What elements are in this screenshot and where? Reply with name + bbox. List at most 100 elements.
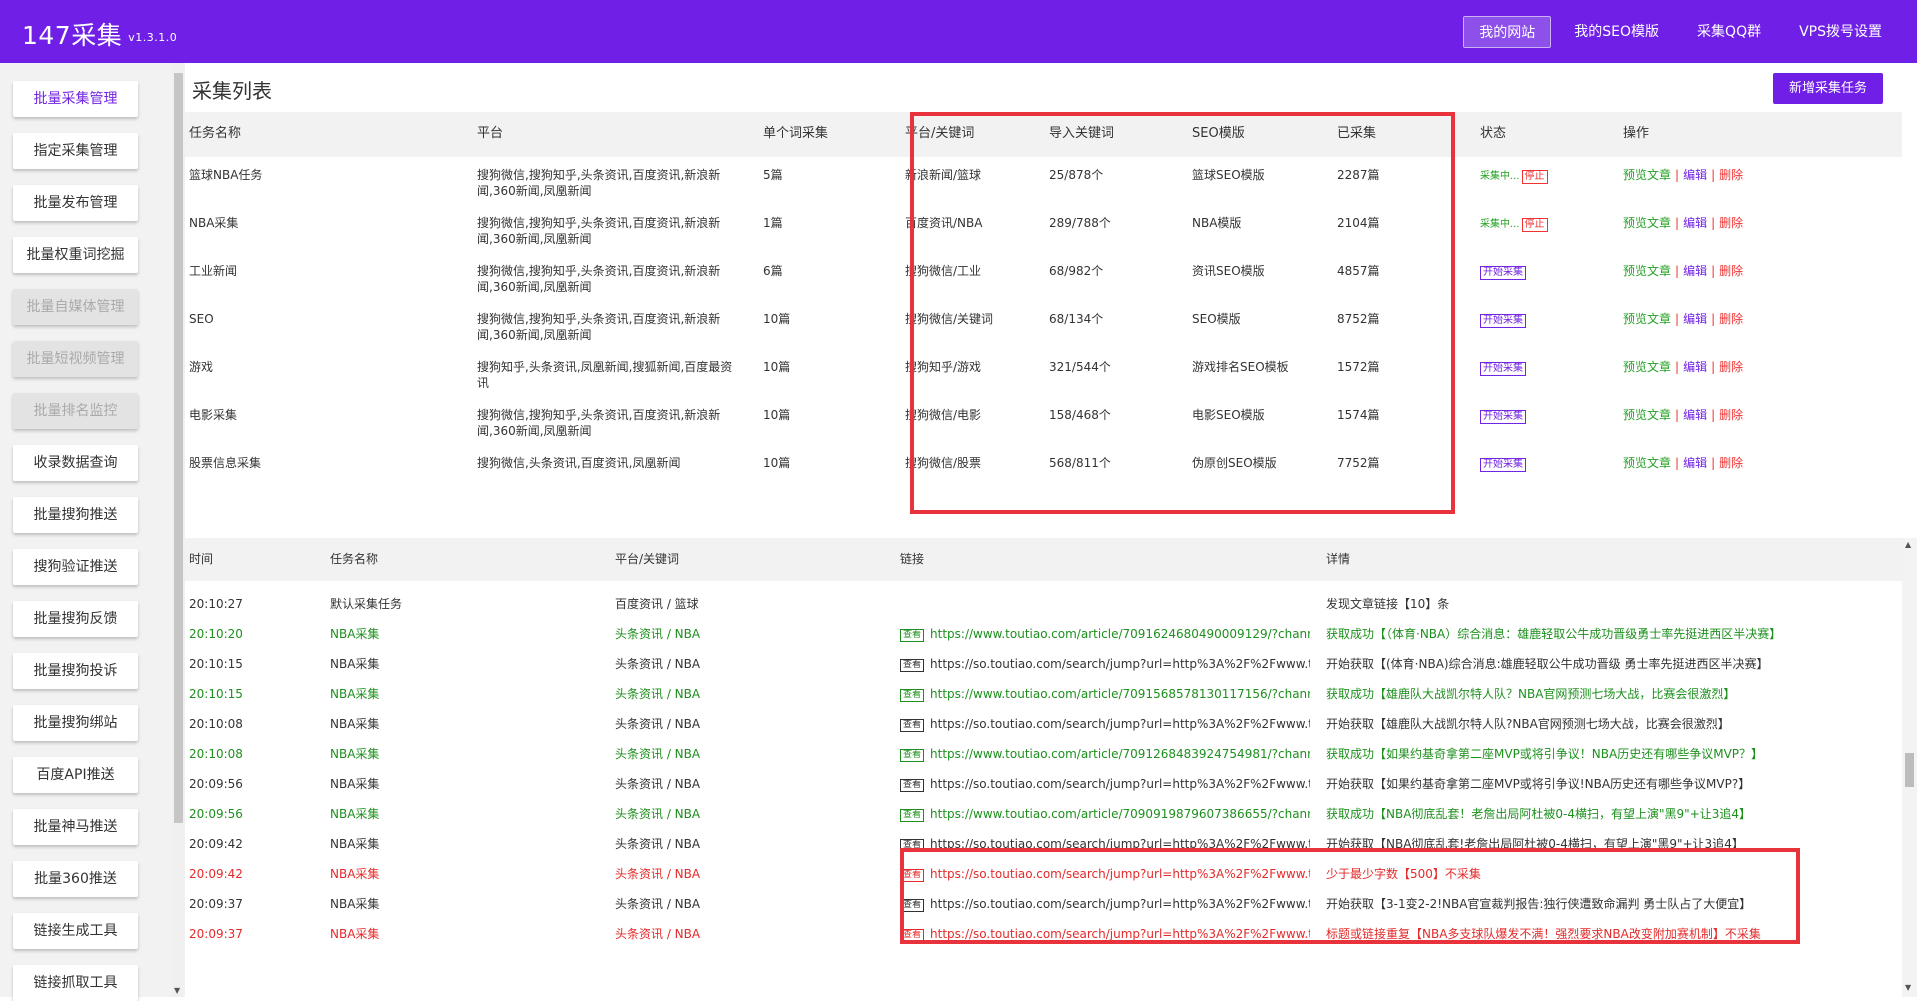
log-platform-keyword: 头条资讯 / NBA [615,747,701,761]
task-status: 采集中... 停止 [1480,215,1548,233]
log-link-url[interactable]: https://so.toutiao.com/search/jump?url=h… [930,777,1310,791]
sidebar-item[interactable]: 批量360推送 [13,861,138,897]
sidebar-item[interactable]: 链接抓取工具 [13,965,138,1001]
log-link: 查看 https://www.toutiao.com/article/709156… [900,686,1310,702]
preview-articles-link[interactable]: 预览文章 [1623,312,1671,326]
sidebar-item[interactable]: 批量搜狗推送 [13,497,138,533]
sidebar-item[interactable]: 批量采集管理 [13,81,138,117]
preview-articles-link[interactable]: 预览文章 [1623,456,1671,470]
log-scrollbar[interactable]: ▲ ▼ [1902,538,1917,997]
edit-link[interactable]: 编辑 [1683,312,1707,326]
delete-link[interactable]: 删除 [1719,312,1743,326]
stop-button[interactable]: 停止 [1521,218,1548,232]
task-operations: 预览文章 | 编辑 | 删除 [1623,407,1743,423]
log-task-name: NBA采集 [330,867,380,881]
delete-link[interactable]: 删除 [1719,360,1743,374]
delete-link[interactable]: 删除 [1719,264,1743,278]
start-collect-button[interactable]: 开始采集 [1480,266,1526,280]
log-row: 20:10:15 NBA采集 头条资讯 / NBA 查看 https://so.tout… [185,649,1902,679]
log-link-url[interactable]: https://www.toutiao.com/article/70916246… [930,627,1310,641]
task-name: 股票信息采集 [189,456,262,470]
sidebar-item[interactable]: 收录数据查询 [13,445,138,481]
view-button[interactable]: 查看 [900,719,925,732]
sidebar-scrollbar-thumb[interactable] [174,73,183,823]
edit-link[interactable]: 编辑 [1683,456,1707,470]
task-status: 采集中... 停止 [1480,167,1548,185]
edit-link[interactable]: 编辑 [1683,264,1707,278]
preview-articles-link[interactable]: 预览文章 [1623,408,1671,422]
log-time: 20:10:08 [189,717,243,731]
scroll-down-arrow-icon[interactable]: ▼ [1905,983,1911,992]
view-button[interactable]: 查看 [900,629,925,642]
edit-link[interactable]: 编辑 [1683,168,1707,182]
preview-articles-link[interactable]: 预览文章 [1623,360,1671,374]
view-button[interactable]: 查看 [900,749,925,762]
add-task-button[interactable]: 新增采集任务 [1773,73,1883,104]
sidebar-item: 批量排名监控 [13,393,138,429]
start-collect-button[interactable]: 开始采集 [1480,458,1526,472]
log-link-url[interactable]: https://www.toutiao.com/article/70915685… [930,687,1310,701]
scroll-down-arrow-icon[interactable]: ▼ [174,986,180,995]
preview-articles-link[interactable]: 预览文章 [1623,168,1671,182]
log-time: 20:09:42 [189,867,243,881]
log-header-link: 链接 [900,552,925,566]
log-scrollbar-thumb[interactable] [1905,753,1914,787]
log-header-detail: 详情 [1326,552,1351,566]
nav-my-sites[interactable]: 我的网站 [1463,16,1552,48]
log-row: 20:10:08 NBA采集 头条资讯 / NBA 查看 https://so.tout… [185,709,1902,739]
view-button[interactable]: 查看 [900,659,925,672]
log-link: 查看 https://www.toutiao.com/article/709162… [900,626,1310,642]
log-link-url[interactable]: https://so.toutiao.com/search/jump?url=h… [930,657,1310,671]
nav-vps-settings[interactable]: VPS拨号设置 [1784,16,1897,48]
start-collect-button[interactable]: 开始采集 [1480,362,1526,376]
preview-articles-link[interactable]: 预览文章 [1623,264,1671,278]
delete-link[interactable]: 删除 [1719,408,1743,422]
log-link-url[interactable]: https://www.toutiao.com/article/70912684… [930,747,1310,761]
log-row: 20:10:20 NBA采集 头条资讯 / NBA 查看 https://www.tou… [185,619,1902,649]
task-single-count: 10篇 [763,360,791,374]
view-button[interactable]: 查看 [900,779,925,792]
sidebar-scrollbar[interactable]: ▼ [172,63,185,997]
sidebar-item[interactable]: 批量发布管理 [13,185,138,221]
log-row: 20:10:15 NBA采集 头条资讯 / NBA 查看 https://www.tou… [185,679,1902,709]
nav-qq-group[interactable]: 采集QQ群 [1682,16,1776,48]
view-button[interactable]: 查看 [900,809,925,822]
log-platform-keyword: 头条资讯 / NBA [615,657,701,671]
nav-seo-templates[interactable]: 我的SEO模版 [1559,16,1674,48]
start-collect-button[interactable]: 开始采集 [1480,410,1526,424]
edit-link[interactable]: 编辑 [1683,408,1707,422]
sidebar-item[interactable]: 批量神马推送 [13,809,138,845]
edit-link[interactable]: 编辑 [1683,216,1707,230]
page-title: 采集列表 [192,79,272,103]
preview-articles-link[interactable]: 预览文章 [1623,216,1671,230]
log-detail: 获取成功【（体育·NBA）综合消息：雄鹿轻取公牛成功晋级勇士率先挺进西区半决赛】 [1326,627,1782,641]
sidebar-item[interactable]: 批量权重词挖掘 [13,237,138,273]
sidebar-item[interactable]: 批量搜狗投诉 [13,653,138,689]
log-detail: 发现文章链接【10】条 [1326,597,1450,611]
scroll-up-arrow-icon[interactable]: ▲ [1905,540,1911,549]
log-row: 20:09:56 NBA采集 头条资讯 / NBA 查看 https://www.tou… [185,799,1902,829]
sidebar-item[interactable]: 搜狗验证推送 [13,549,138,585]
task-single-count: 1篇 [763,216,783,230]
sidebar-item[interactable]: 批量搜狗反馈 [13,601,138,637]
sidebar-item[interactable]: 批量搜狗绑站 [13,705,138,741]
sidebar-item[interactable]: 链接生成工具 [13,913,138,949]
task-single-count: 10篇 [763,456,791,470]
delete-link[interactable]: 删除 [1719,216,1743,230]
sidebar-item[interactable]: 指定采集管理 [13,133,138,169]
start-collect-button[interactable]: 开始采集 [1480,314,1526,328]
delete-link[interactable]: 删除 [1719,456,1743,470]
task-status: 开始采集 [1480,311,1526,328]
task-name: 篮球NBA任务 [189,168,263,182]
task-platforms: 搜狗微信,搜狗知乎,头条资讯,百度资讯,新浪新闻,360新闻,凤凰新闻 [477,168,721,198]
delete-link[interactable]: 删除 [1719,168,1743,182]
op-separator: | [1675,312,1680,326]
edit-link[interactable]: 编辑 [1683,360,1707,374]
log-link-url[interactable]: https://www.toutiao.com/article/70909198… [930,807,1310,821]
sidebar-item[interactable]: 百度API推送 [13,757,138,793]
log-task-name: NBA采集 [330,627,380,641]
stop-button[interactable]: 停止 [1521,170,1548,184]
view-button[interactable]: 查看 [900,689,925,702]
op-separator: | [1675,408,1680,422]
log-link-url[interactable]: https://so.toutiao.com/search/jump?url=h… [930,717,1310,731]
